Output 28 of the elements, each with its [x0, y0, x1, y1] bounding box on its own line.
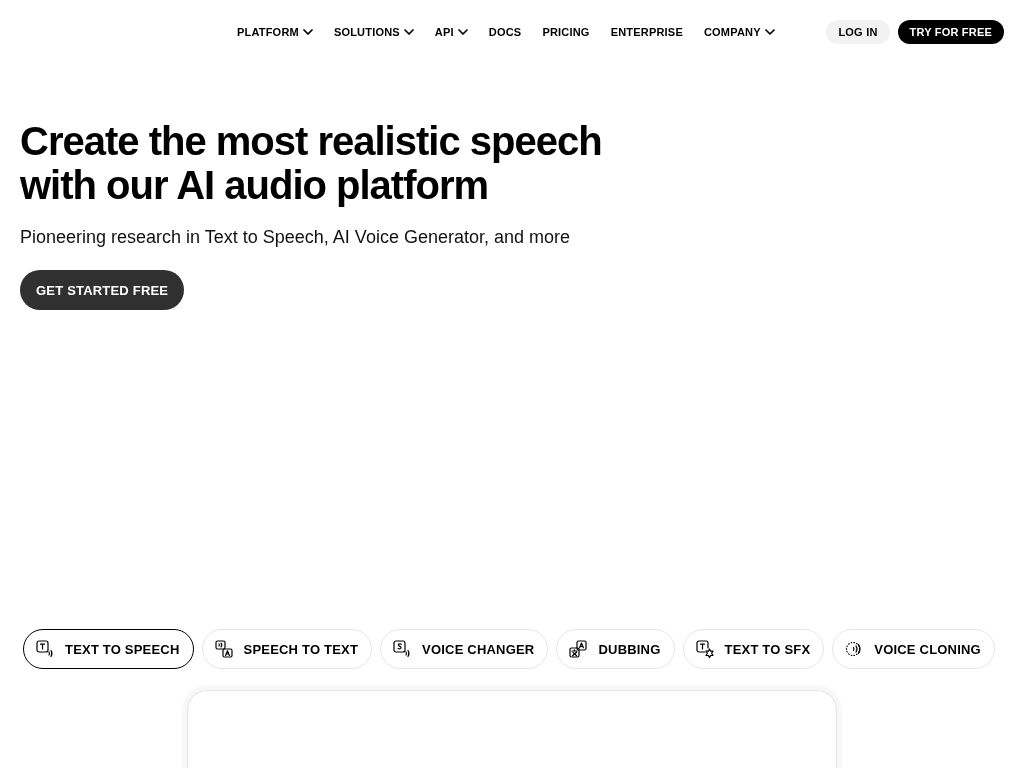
- text-star-icon: [695, 640, 714, 658]
- feature-tab[interactable]: SPEECH TO TEXT: [201, 629, 373, 669]
- login-button[interactable]: LOG IN: [826, 20, 890, 44]
- chevron-down-icon: [403, 29, 414, 35]
- nav-link[interactable]: COMPANY: [703, 25, 775, 39]
- hero-title: Create the most realistic speech with our AI audio platform: [20, 119, 603, 207]
- text-sound-icon: [36, 640, 54, 658]
- nav-link[interactable]: PRICING: [542, 25, 590, 39]
- translate-icon: [569, 640, 588, 658]
- sound-letter-icon: [214, 640, 233, 658]
- hero-subtitle: Pioneering research in Text to Speech, AI Voice Generator, and more: [20, 226, 571, 249]
- nav-link[interactable]: PLATFORM: [237, 25, 313, 39]
- nav-link[interactable]: DOCS: [488, 25, 522, 39]
- letter-sound-icon: [393, 640, 412, 658]
- chevron-down-icon: [764, 29, 775, 35]
- nav-link[interactable]: ENTERPRISE: [610, 25, 683, 39]
- feature-tab[interactable]: DUBBING: [556, 629, 675, 669]
- feature-tab[interactable]: VOICE CLONING: [832, 629, 995, 669]
- nav-link[interactable]: SOLUTIONS: [333, 25, 414, 39]
- signup-button[interactable]: TRY FOR FREE: [897, 20, 1004, 44]
- feature-tab[interactable]: VOICE CHANGER: [380, 629, 549, 669]
- nav-link[interactable]: API: [434, 25, 468, 39]
- feature-tab[interactable]: TEXT TO SFX: [682, 629, 825, 669]
- get-started-button[interactable]: GET STARTED FREE: [20, 270, 185, 310]
- chevron-down-icon: [302, 29, 313, 35]
- feature-tab[interactable]: TEXT TO SPEECH: [23, 629, 194, 669]
- chevron-down-icon: [457, 29, 468, 35]
- dotted-sound-icon: [845, 640, 864, 658]
